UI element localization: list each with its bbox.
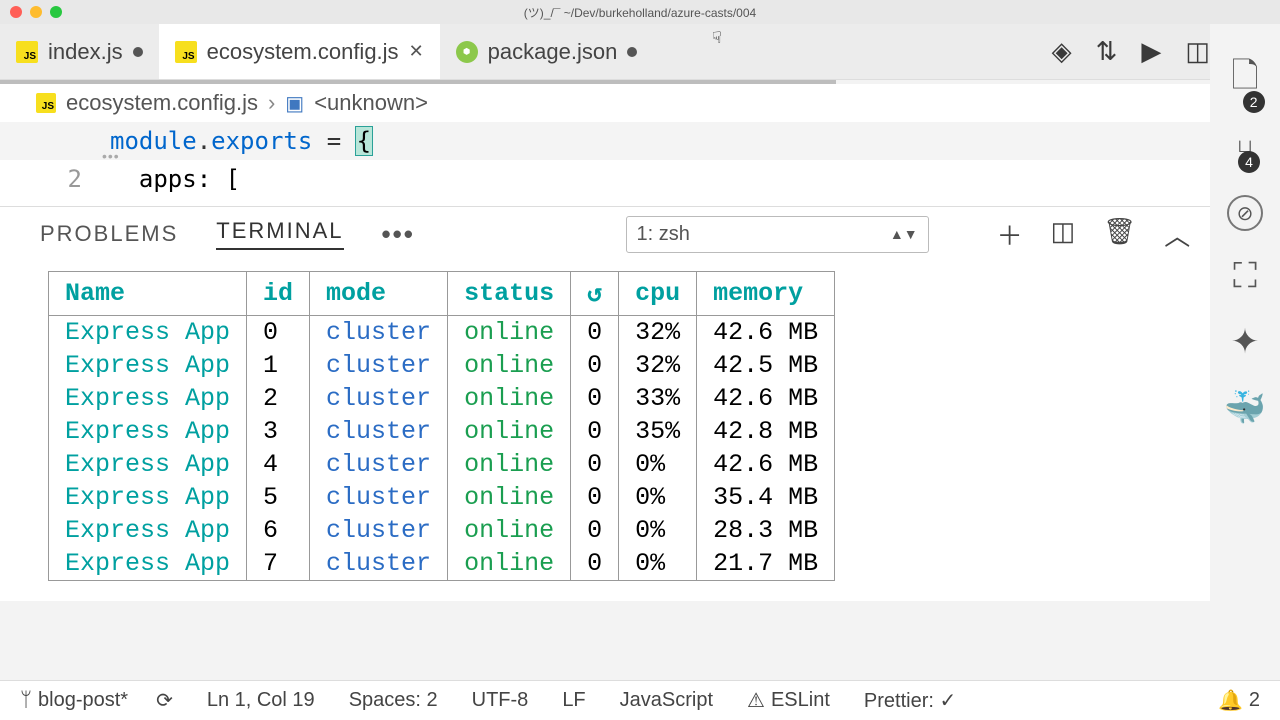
table-row: Express App2clusteronline033%42.6 MB	[49, 382, 835, 415]
js-icon: JS	[36, 93, 56, 113]
kill-terminal-icon[interactable]: 🗑	[1103, 216, 1136, 253]
new-terminal-icon[interactable]: ＋	[997, 216, 1023, 253]
split-editor-icon[interactable]: ◫	[1185, 36, 1210, 67]
table-header: id	[247, 272, 310, 316]
editor-tabbar: JS index.js JS ecosystem.config.js ✕ ⬢ p…	[0, 24, 1280, 80]
run-icon[interactable]: ▶	[1141, 36, 1161, 67]
table-header: status	[448, 272, 571, 316]
source-control-icon[interactable]: ⑂4	[1236, 135, 1254, 169]
docker-icon[interactable]: 🐳	[1224, 388, 1266, 428]
table-header: cpu	[619, 272, 697, 316]
js-icon: JS	[175, 41, 197, 63]
table-header: ↺	[571, 272, 619, 316]
source-control-icon[interactable]: ◈	[1052, 36, 1072, 67]
panel-more-icon[interactable]: •••	[382, 219, 415, 250]
tab-index-js[interactable]: JS index.js	[0, 24, 159, 79]
maximize-panel-icon[interactable]: ︿	[1164, 216, 1190, 253]
prettier-status[interactable]: Prettier: ✓	[864, 688, 956, 713]
dropdown-arrows-icon: ▲▼	[890, 226, 918, 242]
dirty-dot-icon	[133, 47, 143, 57]
indentation[interactable]: Spaces: 2	[349, 689, 438, 712]
compass-icon[interactable]: ✦	[1231, 322, 1260, 362]
tab-label: package.json	[488, 39, 618, 65]
bottom-panel: PROBLEMS TERMINAL ••• 1: zsh ▲▼ ＋ ◫ 🗑 ︿ …	[0, 206, 1280, 601]
titlebar: (ツ)_/¯ ~/Dev/burkeholland/azure-casts/00…	[0, 0, 1280, 24]
terminal-output[interactable]: Nameidmodestatus↺cpumemory Express App0c…	[0, 261, 1280, 601]
maximize-window-icon[interactable]	[50, 6, 62, 18]
notifications[interactable]: 🔔 2	[1218, 688, 1260, 713]
table-row: Express App3clusteronline035%42.8 MB	[49, 415, 835, 448]
eol[interactable]: LF	[562, 689, 585, 712]
tab-ecosystem-config-js[interactable]: JS ecosystem.config.js ✕	[159, 24, 440, 79]
code-editor[interactable]: 1 2 ••• module.exports = { apps: [	[0, 122, 1280, 206]
activity-bar-right: 🗋2 ⑂4 ⊘ ⛶ ✦ 🐳	[1210, 24, 1280, 680]
table-header: memory	[697, 272, 835, 316]
terminal-selector[interactable]: 1: zsh ▲▼	[626, 216, 929, 253]
table-row: Express App7clusteronline00%21.7 MB	[49, 547, 835, 581]
panel-tab-problems[interactable]: PROBLEMS	[40, 221, 178, 247]
tab-label: index.js	[48, 39, 123, 65]
symbol-icon: ▣	[285, 91, 304, 116]
window-controls	[0, 6, 62, 18]
breadcrumb[interactable]: JS ecosystem.config.js › ▣ <unknown>	[0, 84, 1280, 122]
terminal-selector-label: 1: zsh	[637, 223, 690, 246]
tab-label: ecosystem.config.js	[207, 39, 399, 65]
table-row: Express App5clusteronline00%35.4 MB	[49, 481, 835, 514]
status-bar: ᛘ blog-post* ⟳ Ln 1, Col 19 Spaces: 2 UT…	[0, 680, 1280, 720]
language-mode[interactable]: JavaScript	[620, 689, 713, 712]
eslint-status[interactable]: ⚠ ESLint	[747, 688, 830, 713]
table-row: Express App6clusteronline00%28.3 MB	[49, 514, 835, 547]
breadcrumb-symbol: <unknown>	[314, 90, 428, 116]
debug-icon[interactable]: ⊘	[1227, 195, 1263, 231]
dirty-dot-icon	[627, 47, 637, 57]
close-tab-icon[interactable]: ✕	[409, 41, 424, 62]
compare-icon[interactable]: ⇅	[1096, 36, 1118, 67]
panel-tab-terminal[interactable]: TERMINAL	[216, 218, 343, 250]
files-icon[interactable]: 🗋2	[1231, 52, 1258, 109]
table-row: Express App1clusteronline032%42.5 MB	[49, 349, 835, 382]
split-terminal-icon[interactable]: ◫	[1051, 216, 1076, 253]
code-content[interactable]: module.exports = { apps: [	[110, 122, 372, 206]
close-window-icon[interactable]	[10, 6, 22, 18]
table-header: Name	[49, 272, 247, 316]
sync-icon[interactable]: ⟳	[156, 688, 173, 713]
table-row: Express App0clusteronline032%42.6 MB	[49, 316, 835, 350]
encoding[interactable]: UTF-8	[472, 689, 529, 712]
pm2-process-table: Nameidmodestatus↺cpumemory Express App0c…	[48, 271, 835, 581]
table-header: mode	[310, 272, 448, 316]
tab-package-json[interactable]: ⬢ package.json	[440, 24, 654, 79]
js-icon: JS	[16, 41, 38, 63]
focus-icon[interactable]: ⛶	[1233, 257, 1257, 296]
git-branch[interactable]: ᛘ blog-post*	[20, 689, 128, 712]
table-row: Express App4clusteronline00%42.6 MB	[49, 448, 835, 481]
node-icon: ⬢	[456, 41, 478, 63]
minimize-window-icon[interactable]	[30, 6, 42, 18]
chevron-right-icon: ›	[268, 90, 275, 116]
breadcrumb-file: ecosystem.config.js	[66, 90, 258, 116]
window-title: (ツ)_/¯ ~/Dev/burkeholland/azure-casts/00…	[524, 4, 756, 21]
cursor-position[interactable]: Ln 1, Col 19	[207, 689, 315, 712]
